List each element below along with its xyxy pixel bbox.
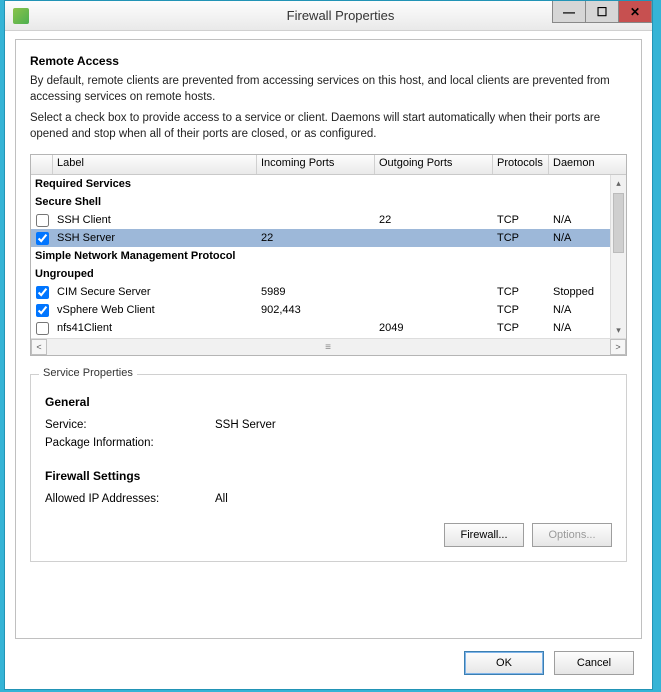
remote-access-heading: Remote Access bbox=[30, 54, 627, 68]
vsphere-icon bbox=[13, 8, 29, 24]
column-protocols[interactable]: Protocols bbox=[493, 155, 549, 174]
minimize-button[interactable]: — bbox=[552, 1, 586, 23]
row-proto: TCP bbox=[493, 286, 549, 298]
row-daemon: N/A bbox=[549, 232, 603, 244]
scroll-down-icon[interactable]: ▾ bbox=[611, 322, 626, 338]
row-outgoing: 22 bbox=[375, 214, 493, 226]
row-daemon: N/A bbox=[549, 304, 603, 316]
row-checkbox-cim[interactable] bbox=[36, 286, 49, 299]
column-daemon[interactable]: Daemon bbox=[549, 155, 603, 174]
row-proto: TCP bbox=[493, 232, 549, 244]
column-incoming[interactable]: Incoming Ports bbox=[257, 155, 375, 174]
service-label: Service: bbox=[45, 419, 215, 431]
row-proto: TCP bbox=[493, 322, 549, 334]
group-ungrouped: Ungrouped bbox=[31, 265, 626, 283]
row-daemon: N/A bbox=[549, 214, 603, 226]
firewall-settings-heading: Firewall Settings bbox=[45, 469, 612, 483]
row-checkbox-vsphere-web[interactable] bbox=[36, 304, 49, 317]
table-row[interactable]: SSH Client 22 TCP N/A bbox=[31, 211, 626, 229]
firewall-button[interactable]: Firewall... bbox=[444, 523, 524, 547]
table-header: Label Incoming Ports Outgoing Ports Prot… bbox=[31, 155, 626, 175]
row-label: CIM Secure Server bbox=[53, 286, 257, 298]
horizontal-scrollbar[interactable]: < ≡ > bbox=[31, 338, 626, 355]
allowed-ip-label: Allowed IP Addresses: bbox=[45, 493, 215, 505]
scroll-left-icon[interactable]: < bbox=[31, 339, 47, 355]
group-secure-shell: Secure Shell bbox=[31, 193, 626, 211]
titlebar: Firewall Properties — ☐ ✕ bbox=[5, 1, 652, 31]
row-label: SSH Server bbox=[53, 232, 257, 244]
row-checkbox-ssh-client[interactable] bbox=[36, 214, 49, 227]
group-snmp: Simple Network Management Protocol bbox=[31, 247, 626, 265]
table-row[interactable]: nfs41Client 2049 TCP N/A bbox=[31, 319, 626, 337]
table-row[interactable]: SSH Server 22 TCP N/A bbox=[31, 229, 626, 247]
content-frame: Remote Access By default, remote clients… bbox=[15, 39, 642, 639]
general-heading: General bbox=[45, 395, 612, 409]
services-table: Label Incoming Ports Outgoing Ports Prot… bbox=[30, 154, 627, 356]
row-daemon: N/A bbox=[549, 322, 603, 334]
row-proto: TCP bbox=[493, 214, 549, 226]
row-label: nfs41Client bbox=[53, 322, 257, 334]
dialog-buttons: OK Cancel bbox=[464, 651, 634, 675]
row-daemon: Stopped bbox=[549, 286, 603, 298]
row-checkbox-ssh-server[interactable] bbox=[36, 232, 49, 245]
window-buttons: — ☐ ✕ bbox=[553, 1, 652, 23]
row-checkbox-nfs41[interactable] bbox=[36, 322, 49, 335]
row-proto: TCP bbox=[493, 304, 549, 316]
table-row[interactable]: vSphere Web Client 902,443 TCP N/A bbox=[31, 301, 626, 319]
maximize-button[interactable]: ☐ bbox=[585, 1, 619, 23]
allowed-ip-value: All bbox=[215, 493, 228, 505]
service-properties-fieldset: Service Properties General Service: SSH … bbox=[30, 374, 627, 562]
row-incoming: 22 bbox=[257, 232, 375, 244]
column-label[interactable]: Label bbox=[53, 155, 257, 174]
scroll-up-icon[interactable]: ▴ bbox=[611, 175, 626, 191]
vertical-scrollbar[interactable]: ▴ ▾ bbox=[610, 175, 626, 338]
intro-paragraph-2: Select a check box to provide access to … bbox=[30, 111, 627, 142]
table-row[interactable]: CIM Secure Server 5989 TCP Stopped bbox=[31, 283, 626, 301]
row-incoming: 5989 bbox=[257, 286, 375, 298]
cancel-button[interactable]: Cancel bbox=[554, 651, 634, 675]
group-required: Required Services bbox=[31, 175, 626, 193]
service-value: SSH Server bbox=[215, 419, 276, 431]
service-properties-legend: Service Properties bbox=[39, 367, 137, 379]
scroll-right-icon[interactable]: > bbox=[610, 339, 626, 355]
row-outgoing: 2049 bbox=[375, 322, 493, 334]
close-button[interactable]: ✕ bbox=[618, 1, 652, 23]
scroll-grip-icon[interactable]: ≡ bbox=[319, 342, 339, 352]
ok-button[interactable]: OK bbox=[464, 651, 544, 675]
column-outgoing[interactable]: Outgoing Ports bbox=[375, 155, 493, 174]
column-checkbox[interactable] bbox=[31, 155, 53, 174]
row-incoming: 902,443 bbox=[257, 304, 375, 316]
column-spacer bbox=[603, 155, 619, 174]
intro-paragraph-1: By default, remote clients are prevented… bbox=[30, 74, 627, 105]
firewall-properties-window: Firewall Properties — ☐ ✕ Remote Access … bbox=[4, 0, 653, 690]
scroll-thumb[interactable] bbox=[613, 193, 624, 253]
package-info-label: Package Information: bbox=[45, 437, 215, 449]
table-body: ▴ ▾ Required Services Secure Shell SSH C… bbox=[31, 175, 626, 338]
row-label: SSH Client bbox=[53, 214, 257, 226]
row-label: vSphere Web Client bbox=[53, 304, 257, 316]
options-button[interactable]: Options... bbox=[532, 523, 612, 547]
